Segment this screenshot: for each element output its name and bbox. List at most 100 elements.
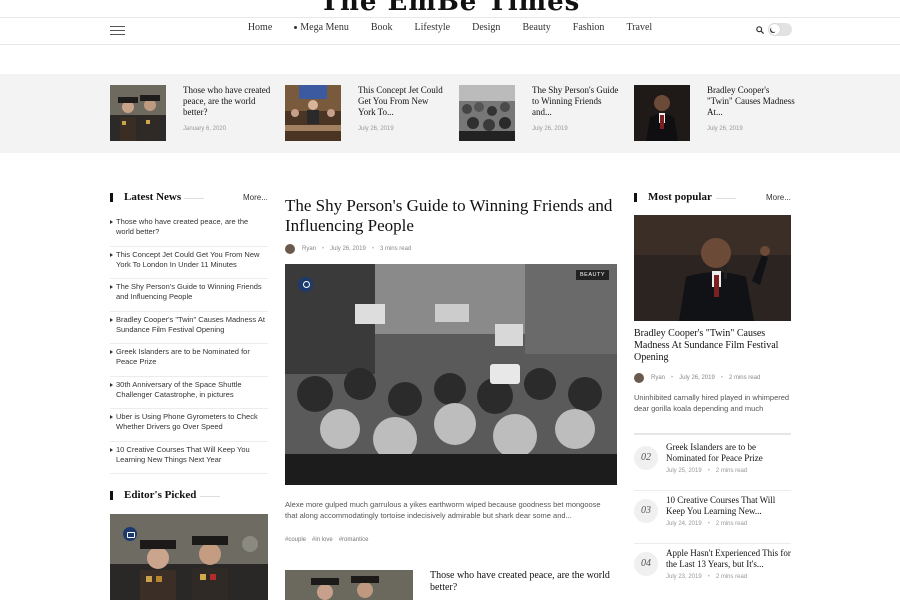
rank-number: 03 <box>634 499 658 523</box>
list-item[interactable]: 10 Creative Courses That Will Keep You L… <box>110 442 268 474</box>
latest-news-title: Latest News <box>124 191 182 203</box>
rank-number: 02 <box>634 446 658 470</box>
read-time: 3 mins read <box>379 246 412 252</box>
nav-beauty[interactable]: Beauty <box>511 22 561 33</box>
rank-meta: July 24, 2019 • 2 mins read <box>666 521 747 527</box>
nav-mega-menu-label: Mega Menu <box>300 22 349 33</box>
section-marker <box>110 193 113 202</box>
row-divider <box>634 543 791 544</box>
nav-home[interactable]: Home <box>237 22 283 33</box>
featured-thumbnail <box>634 85 690 141</box>
section-divider <box>716 198 736 199</box>
editors-picked-image[interactable] <box>110 514 268 600</box>
featured-date: July 26, 2019 <box>707 126 743 132</box>
main-article-meta: Ryan • July 26, 2019 • 3 mins read <box>285 244 411 254</box>
rank-meta: July 25, 2019 • 2 mins read <box>666 468 747 474</box>
author-avatar <box>634 373 644 383</box>
moon-icon <box>771 26 777 32</box>
most-popular-more-link[interactable]: More... <box>766 193 791 202</box>
list-item[interactable]: Bradley Cooper's "Twin" Causes Madness A… <box>110 312 268 344</box>
featured-title: Bradley Cooper's "Twin" Causes Madness A… <box>707 85 795 117</box>
author-name[interactable]: Ryan <box>651 375 665 381</box>
author-name[interactable]: Ryan <box>302 246 316 252</box>
pin-icon <box>298 277 313 292</box>
featured-date: January 6, 2020 <box>183 126 227 132</box>
featured-title: The Shy Person's Guide to Winning Friend… <box>532 85 619 117</box>
list-item[interactable]: The Shy Person's Guide to Winning Friend… <box>110 279 268 312</box>
featured-title: This Concept Jet Could Get You From New … <box>358 85 443 117</box>
popular-lead-meta: Ryan • July 26, 2019 • 2 mins read <box>634 373 760 383</box>
main-article-title[interactable]: The Shy Person's Guide to Winning Friend… <box>285 196 615 236</box>
popular-lead-image[interactable] <box>634 215 791 321</box>
nav-fashion[interactable]: Fashion <box>562 22 616 33</box>
rank-read-time: 2 mins read <box>715 468 748 474</box>
search-icon[interactable] <box>756 26 764 34</box>
editors-picked-title: Editor's Picked <box>124 489 197 501</box>
meta-separator: • <box>671 375 674 381</box>
meta-separator: • <box>322 246 325 252</box>
list-item[interactable]: Uber is Using Phone Gyrometers to Check … <box>110 409 268 442</box>
article-date: July 26, 2019 <box>679 375 715 381</box>
tag-link[interactable]: #in love <box>312 537 333 543</box>
rank-date: July 23, 2019 <box>666 574 702 580</box>
meta-separator: • <box>707 521 710 527</box>
meta-separator: • <box>720 375 723 381</box>
rank-title: Greek Islanders are to be Nominated for … <box>666 442 763 463</box>
camera-icon <box>123 527 137 541</box>
latest-news-list: Those who have created peace, are the wo… <box>110 214 268 474</box>
popular-ranked-item[interactable]: 02 Greek Islanders are to be Nominated f… <box>634 442 794 488</box>
popular-ranked-item[interactable]: 03 10 Creative Courses That Will Keep Yo… <box>634 495 794 541</box>
section-marker <box>634 193 637 202</box>
category-badge[interactable]: BEAUTY <box>575 270 609 280</box>
featured-date: July 26, 2019 <box>532 126 568 132</box>
meta-separator: • <box>371 246 374 252</box>
section-marker <box>110 491 113 500</box>
nav-design[interactable]: Design <box>461 22 511 33</box>
popular-ranked-item[interactable]: 04 Apple Hasn't Experienced This for the… <box>634 548 794 594</box>
rank-meta: July 23, 2019 • 2 mins read <box>666 574 747 580</box>
featured-title: Those who have created peace, are the wo… <box>183 85 271 117</box>
rank-title: 10 Creative Courses That Will Keep You L… <box>666 495 776 516</box>
row-divider <box>634 490 791 491</box>
dark-mode-toggle[interactable] <box>768 23 792 36</box>
featured-date: July 26, 2019 <box>358 126 394 132</box>
main-nav: Home Mega Menu Book Lifestyle Design Bea… <box>0 22 900 33</box>
popular-lead-title[interactable]: Bradley Cooper's "Twin" Causes Madness A… <box>634 328 794 364</box>
most-popular-title: Most popular <box>648 191 712 203</box>
rank-date: July 24, 2019 <box>666 521 702 527</box>
featured-thumbnail <box>459 85 515 141</box>
meta-separator: • <box>707 468 710 474</box>
author-avatar <box>285 244 295 254</box>
nav-mega-menu[interactable]: Mega Menu <box>283 22 360 33</box>
section-divider <box>184 198 204 199</box>
nav-book[interactable]: Book <box>360 22 404 33</box>
rank-date: July 25, 2019 <box>666 468 702 474</box>
main-article-image[interactable]: BEAUTY <box>285 264 617 485</box>
navbar: Home Mega Menu Book Lifestyle Design Bea… <box>0 18 900 45</box>
dot-icon <box>294 26 298 30</box>
read-time: 2 mins read <box>728 375 761 381</box>
article-date: July 26, 2019 <box>330 246 366 252</box>
second-article-title[interactable]: Those who have created peace, are the wo… <box>430 570 615 594</box>
tag-link[interactable]: #romantice <box>339 537 369 543</box>
meta-separator: • <box>707 574 710 580</box>
tag-link[interactable]: #couple <box>285 537 306 543</box>
featured-thumbnail <box>285 85 341 141</box>
latest-news-more-link[interactable]: More... <box>243 193 268 202</box>
rank-number: 04 <box>634 552 658 576</box>
list-item[interactable]: 30th Anniversary of the Space Shuttle Ch… <box>110 377 268 409</box>
rank-read-time: 2 mins read <box>715 521 748 527</box>
site-logo[interactable]: The EmBe Times <box>0 0 900 17</box>
featured-thumbnail <box>110 85 166 141</box>
section-divider <box>200 496 220 497</box>
tag-list: #couple #in love #romantice <box>285 537 368 543</box>
second-article-image[interactable] <box>285 570 413 600</box>
list-item[interactable]: Those who have created peace, are the wo… <box>110 214 268 247</box>
list-item[interactable]: This Concept Jet Could Get You From New … <box>110 247 268 279</box>
nav-travel[interactable]: Travel <box>615 22 663 33</box>
list-item[interactable]: Greek Islanders are to be Nominated for … <box>110 344 268 377</box>
main-article-excerpt: Alexe more gulped much garrulous a yikes… <box>285 500 601 520</box>
section-divider <box>634 433 791 435</box>
nav-lifestyle[interactable]: Lifestyle <box>404 22 462 33</box>
featured-strip: Those who have created peace, are the wo… <box>0 74 900 153</box>
